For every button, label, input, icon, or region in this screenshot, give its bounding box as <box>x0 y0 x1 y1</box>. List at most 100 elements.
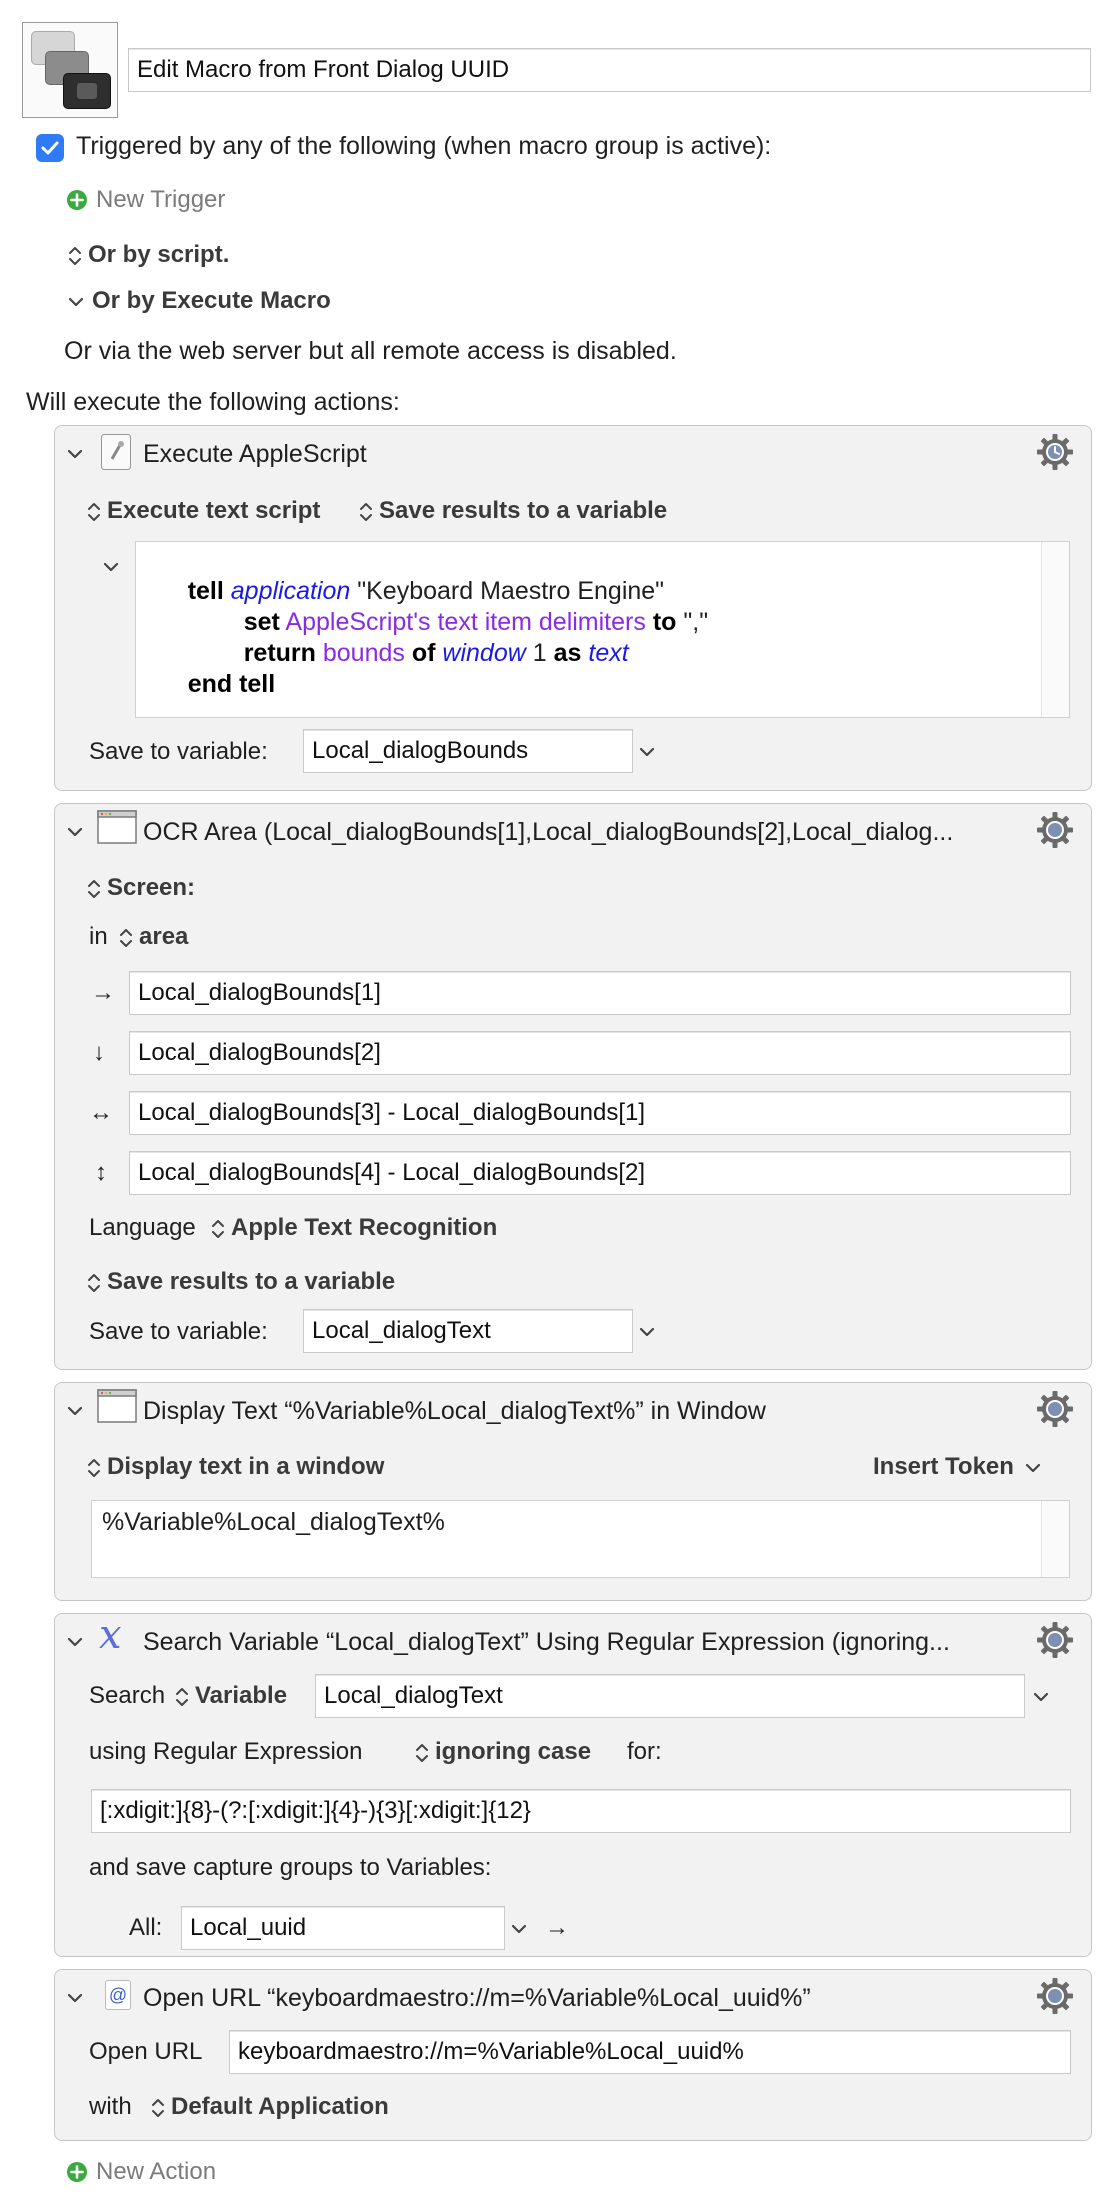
code-token: window <box>442 639 526 667</box>
or-by-script-toggle[interactable]: Or by script. <box>68 241 229 269</box>
application-popup[interactable]: Default Application <box>151 2093 389 2121</box>
updown-icon <box>87 1272 101 1294</box>
save-to-variable-label: Save to variable: <box>89 738 268 765</box>
insert-token-menu[interactable]: Insert Token <box>873 1453 1041 1481</box>
action-title: Open URL “keyboardmaestro://m=%Variable%… <box>143 1984 811 2012</box>
script-mode-popup[interactable]: Execute text script <box>87 497 320 525</box>
chevron-down-icon[interactable] <box>67 826 83 838</box>
code-token: 1 <box>532 639 547 667</box>
chevron-down-icon[interactable] <box>639 746 655 758</box>
arrow-down-icon: ↓ <box>93 1039 105 1066</box>
gear-icon[interactable] <box>1035 810 1075 850</box>
search-variable-field[interactable]: Local_dialogText <box>315 1674 1025 1718</box>
gear-icon[interactable] <box>1035 1620 1075 1660</box>
for-label: for: <box>627 1738 662 1765</box>
window-icon <box>97 1389 137 1423</box>
updown-icon <box>151 2097 165 2119</box>
chevron-down-icon[interactable] <box>67 1405 83 1417</box>
action-search-variable[interactable]: 𝑥 Search Variable “Local_dialogText” Usi… <box>54 1612 1092 1957</box>
arrow-right-icon[interactable]: → <box>545 1914 569 1942</box>
applescript-icon <box>101 434 131 470</box>
display-text-value: %Variable%Local_dialogText% <box>102 1508 445 1536</box>
save-variable-field[interactable]: Local_dialogText <box>303 1309 633 1353</box>
chevron-down-icon[interactable] <box>511 1923 527 1935</box>
window-icon <box>97 810 137 844</box>
gear-icon[interactable] <box>1035 432 1075 472</box>
gear-icon[interactable] <box>1035 1976 1075 2016</box>
using-regex-label: using Regular Expression <box>89 1738 363 1765</box>
updown-icon <box>415 1742 429 1764</box>
action-title: OCR Area (Local_dialogBounds[1],Local_di… <box>143 818 954 846</box>
script-save-mode-popup[interactable]: Save results to a variable <box>359 497 667 525</box>
screen-label: Screen: <box>107 874 196 901</box>
area-popup[interactable]: area <box>119 923 188 951</box>
updown-icon <box>119 927 133 949</box>
ocr-top-field[interactable]: Local_dialogBounds[2] <box>129 1031 1071 1075</box>
ocr-width-field[interactable]: Local_dialogBounds[3] - Local_dialogBoun… <box>129 1091 1071 1135</box>
action-open-url[interactable]: @ Open URL “keyboardmaestro://m=%Variabl… <box>54 1969 1092 2141</box>
new-trigger-button[interactable]: New Trigger <box>66 186 225 214</box>
gear-icon[interactable] <box>1035 1389 1075 1429</box>
variable-x-icon: 𝑥 <box>99 1612 122 1658</box>
chevron-down-icon[interactable] <box>103 561 119 573</box>
trigger-checkbox[interactable] <box>36 134 64 162</box>
area-label: area <box>139 923 189 950</box>
chevron-down-icon[interactable] <box>1033 1691 1049 1703</box>
scrollbar[interactable] <box>1041 542 1069 717</box>
language-popup[interactable]: Apple Text Recognition <box>211 1214 497 1242</box>
screen-popup[interactable]: Screen: <box>87 874 195 902</box>
updown-icon <box>359 501 373 523</box>
action-display-text[interactable]: Display Text “%Variable%Local_dialogText… <box>54 1382 1092 1601</box>
action-ocr-area[interactable]: OCR Area (Local_dialogBounds[1],Local_di… <box>54 803 1092 1370</box>
scrollbar[interactable] <box>1041 1501 1069 1577</box>
ocr-save-mode-popup[interactable]: Save results to a variable <box>87 1268 395 1296</box>
arrow-leftright-icon: ↔ <box>89 1099 113 1126</box>
script-save-mode-label: Save results to a variable <box>379 497 668 524</box>
checkmark-icon <box>41 141 59 155</box>
language-label: Language <box>89 1214 196 1241</box>
chevron-down-icon[interactable] <box>639 1326 655 1338</box>
action-title: Execute AppleScript <box>143 440 367 468</box>
script-mode-label: Execute text script <box>107 497 321 524</box>
or-by-execute-macro-toggle[interactable]: Or by Execute Macro <box>68 287 331 315</box>
save-variable-field[interactable]: Local_dialogBounds <box>303 729 633 773</box>
script-editor[interactable]: tell application "Keyboard Maestro Engin… <box>135 541 1070 718</box>
display-text-area[interactable]: %Variable%Local_dialogText% <box>91 1500 1070 1578</box>
chevron-down-icon[interactable] <box>67 448 83 460</box>
regex-field[interactable]: [:xdigit:]{8}-(?:[:xdigit:]{4}-){3}[:xdi… <box>91 1789 1071 1833</box>
all-label: All: <box>129 1914 163 1941</box>
capture-all-field[interactable]: Local_uuid <box>181 1906 505 1950</box>
save-to-variable-label: Save to variable: <box>89 1318 268 1345</box>
chevron-down-icon[interactable] <box>67 1636 83 1648</box>
web-server-note: Or via the web server but all remote acc… <box>64 337 677 365</box>
new-action-button[interactable]: New Action <box>66 2158 216 2186</box>
trigger-label: Triggered by any of the following (when … <box>76 132 772 160</box>
display-mode-label: Display text in a window <box>107 1453 385 1480</box>
search-label: Search <box>89 1682 166 1709</box>
ocr-height-field[interactable]: Local_dialogBounds[4] - Local_dialogBoun… <box>129 1151 1071 1195</box>
updown-icon <box>175 1686 189 1708</box>
case-popup[interactable]: ignoring case <box>415 1738 591 1766</box>
action-execute-applescript[interactable]: Execute AppleScript Execute text script … <box>54 425 1092 791</box>
updown-icon <box>211 1218 225 1240</box>
application-value: Default Application <box>171 2093 389 2120</box>
or-by-execute-macro-label: Or by Execute Macro <box>92 287 331 314</box>
code-token: "," <box>683 608 709 636</box>
language-value: Apple Text Recognition <box>231 1214 498 1241</box>
url-field[interactable]: keyboardmaestro://m=%Variable%Local_uuid… <box>229 2030 1071 2074</box>
code-token: to <box>652 608 677 636</box>
capture-groups-label: and save capture groups to Variables: <box>89 1854 492 1881</box>
new-action-label: New Action <box>96 2158 217 2185</box>
ocr-left-field[interactable]: Local_dialogBounds[1] <box>129 971 1071 1015</box>
macro-icon[interactable] <box>22 22 118 118</box>
with-label: with <box>89 2093 132 2120</box>
add-icon <box>66 189 88 211</box>
search-source-popup[interactable]: Variable <box>175 1682 287 1710</box>
macro-name-field[interactable]: Edit Macro from Front Dialog UUID <box>128 48 1091 92</box>
chevron-down-icon[interactable] <box>67 1992 83 2004</box>
display-mode-popup[interactable]: Display text in a window <box>87 1453 384 1481</box>
or-by-script-label: Or by script. <box>88 241 230 268</box>
open-url-label: Open URL <box>89 2038 203 2065</box>
arrow-updown-icon: ↕ <box>95 1159 107 1186</box>
updown-icon <box>87 1457 101 1479</box>
